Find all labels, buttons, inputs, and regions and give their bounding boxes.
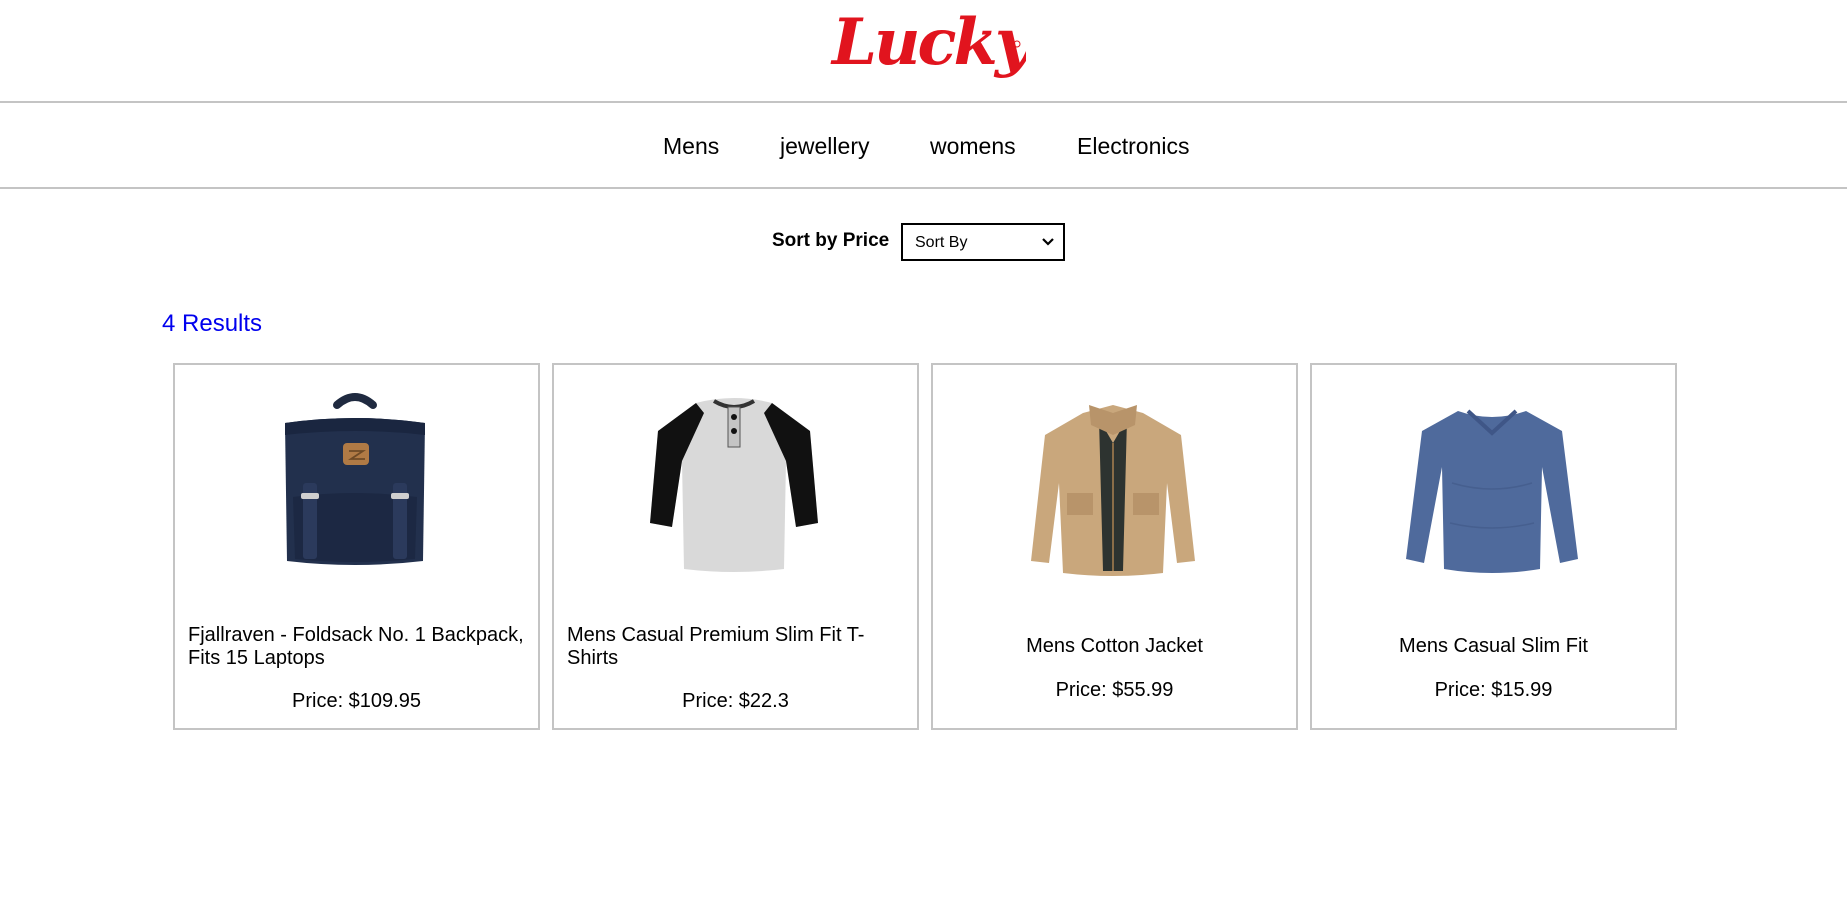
- chevron-down-icon: [1042, 238, 1054, 246]
- product-price: Price: $15.99: [1434, 679, 1553, 701]
- product-price: Price: $22.3: [682, 690, 789, 712]
- product-title[interactable]: Mens Casual Slim Fit: [1325, 635, 1662, 658]
- product-title[interactable]: Fjallraven - Foldsack No. 1 Backpack, Fi…: [188, 624, 525, 670]
- nav-item-electronics[interactable]: Electronics: [1077, 133, 1189, 159]
- site-header: Lucky: [0, 0, 1847, 103]
- product-price: Price: $109.95: [292, 690, 421, 712]
- product-card[interactable]: Fjallraven - Foldsack No. 1 Backpack, Fi…: [173, 363, 540, 730]
- product-image[interactable]: [255, 383, 455, 583]
- sort-by-price-select[interactable]: Sort By: [901, 223, 1065, 261]
- product-card[interactable]: Mens Casual Premium Slim Fit T-Shirts Pr…: [552, 363, 919, 730]
- product-title[interactable]: Mens Cotton Jacket: [946, 635, 1283, 658]
- svg-text:Lucky: Lucky: [830, 5, 1026, 80]
- product-price: Price: $55.99: [1055, 679, 1174, 701]
- brand-logo[interactable]: Lucky: [824, 4, 1039, 82]
- product-title[interactable]: Mens Casual Premium Slim Fit T-Shirts: [567, 624, 904, 670]
- category-nav: Mens jewellery womens Electronics: [0, 103, 1847, 189]
- longsleeve-shirt-icon: [1406, 409, 1578, 573]
- nav-item-mens[interactable]: Mens: [663, 133, 719, 159]
- sort-selected-value: Sort By: [915, 234, 968, 251]
- product-image[interactable]: [1013, 383, 1213, 583]
- product-image[interactable]: [1392, 383, 1592, 583]
- lucky-logo-icon: Lucky: [830, 5, 1039, 80]
- nav-item-womens[interactable]: womens: [930, 133, 1016, 159]
- nav-item-jewellery[interactable]: jewellery: [780, 133, 869, 159]
- jacket-icon: [1031, 405, 1195, 576]
- sort-label: Sort by Price: [772, 230, 890, 251]
- results-count: 4 Results: [162, 310, 263, 337]
- product-card[interactable]: Mens Casual Slim Fit Price: $15.99: [1310, 363, 1677, 730]
- product-image[interactable]: [634, 383, 834, 583]
- product-card[interactable]: Mens Cotton Jacket Price: $55.99: [931, 363, 1298, 730]
- backpack-icon: [285, 393, 425, 565]
- raglan-shirt-icon: [650, 398, 818, 572]
